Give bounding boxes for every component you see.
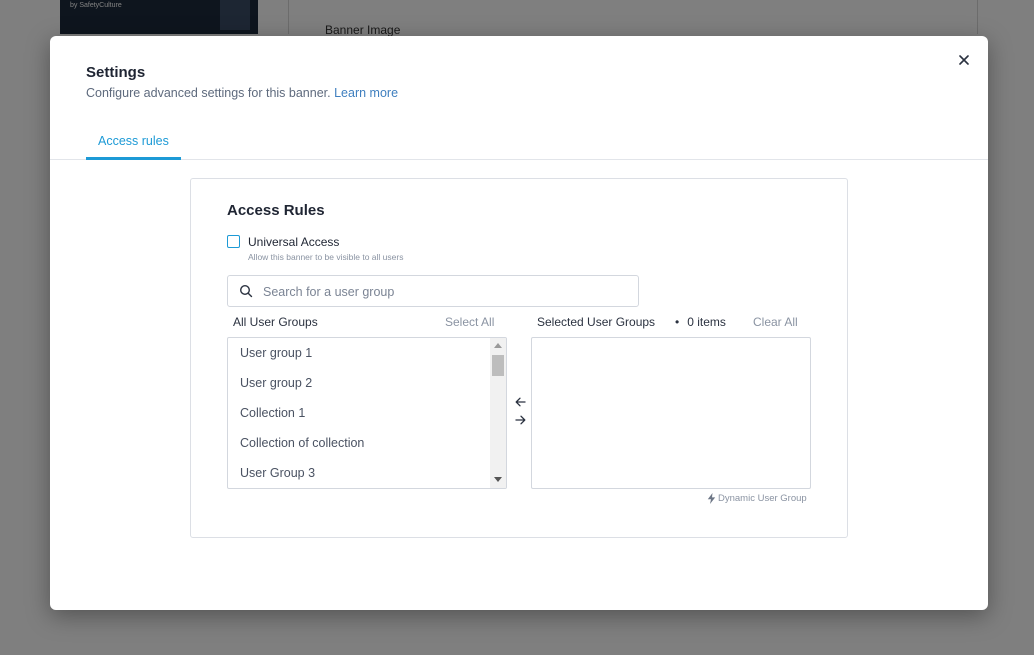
dynamic-user-group-label: Dynamic User Group	[718, 493, 807, 504]
list-item-collection-of-collection[interactable]: Collection of collection	[228, 428, 490, 458]
search-box	[227, 275, 639, 307]
list-item-user-group-2[interactable]: User group 2	[228, 368, 490, 398]
settings-modal: Settings Configure advanced settings for…	[50, 36, 988, 610]
bullet-separator: •	[675, 315, 680, 329]
select-all-button[interactable]: Select All	[445, 315, 494, 329]
list-item-collection-1[interactable]: Collection 1	[228, 398, 490, 428]
modal-subtitle: Configure advanced settings for this ban…	[86, 86, 398, 100]
arrow-right-icon	[514, 415, 525, 425]
access-rules-title: Access Rules	[227, 202, 325, 219]
scroll-down-arrow[interactable]	[494, 477, 502, 482]
search-icon	[239, 284, 253, 298]
user-group-search-input[interactable]	[263, 282, 623, 302]
selected-user-groups-header: Selected User Groups	[537, 315, 656, 329]
list-item-user-group-3[interactable]: User Group 3	[228, 458, 490, 488]
move-right-button[interactable]	[513, 413, 527, 427]
close-icon	[959, 55, 969, 65]
universal-access-help: Allow this banner to be visible to all u…	[248, 252, 404, 262]
universal-access-label[interactable]: Universal Access	[248, 235, 339, 249]
selected-count: • 0 items	[667, 315, 726, 329]
scroll-up-arrow[interactable]	[494, 343, 502, 348]
access-rules-card: Access Rules Universal Access Allow this…	[190, 178, 848, 538]
learn-more-link[interactable]: Learn more	[334, 86, 398, 100]
arrow-left-icon	[515, 397, 526, 407]
selected-count-text: 0 items	[687, 315, 726, 329]
scroll-thumb[interactable]	[492, 355, 504, 376]
selected-user-groups-list[interactable]	[531, 337, 811, 489]
lightning-bolt-icon	[707, 493, 716, 504]
list-scrollbar[interactable]	[490, 338, 506, 488]
modal-title: Settings	[86, 64, 146, 81]
move-left-button[interactable]	[513, 395, 527, 409]
clear-all-button[interactable]: Clear All	[753, 315, 798, 329]
list-item-user-group-1[interactable]: User group 1	[228, 338, 490, 368]
all-user-groups-header: All User Groups	[233, 315, 318, 329]
modal-subtitle-text: Configure advanced settings for this ban…	[86, 86, 331, 100]
tab-bar: Access rules	[50, 126, 988, 160]
universal-access-checkbox[interactable]	[227, 235, 240, 248]
all-user-groups-list[interactable]: User group 1 User group 2 Collection 1 C…	[227, 337, 507, 489]
close-button[interactable]	[954, 50, 974, 70]
dynamic-user-group-legend: Dynamic User Group	[707, 493, 807, 504]
tab-access-rules[interactable]: Access rules	[86, 126, 181, 160]
